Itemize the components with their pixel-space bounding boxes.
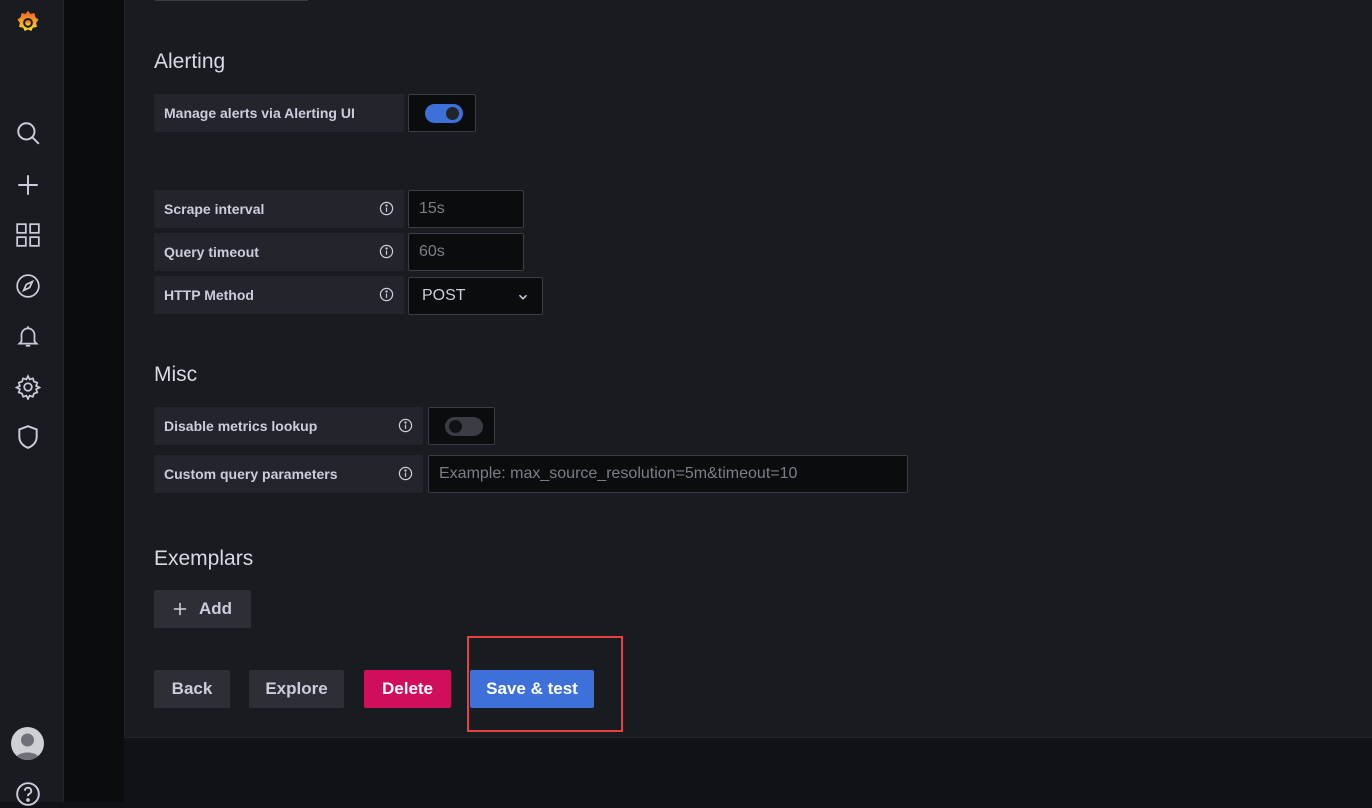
dashboards-icon[interactable] — [14, 221, 42, 249]
info-icon[interactable] — [398, 466, 413, 481]
add-exemplar-button[interactable]: Add — [154, 590, 251, 628]
info-icon[interactable] — [398, 418, 413, 433]
grafana-logo-icon — [17, 10, 39, 31]
manage-alerts-toggle-container — [408, 94, 476, 132]
alerting-heading: Alerting — [154, 50, 226, 73]
disable-metrics-label-text: Disable metrics lookup — [164, 418, 318, 434]
explore-button[interactable]: Explore — [249, 670, 344, 708]
custom-params-input[interactable]: Example: max_source_resolution=5m&timeou… — [428, 455, 908, 493]
toggle-knob — [446, 107, 459, 120]
info-icon[interactable] — [379, 287, 394, 302]
scrape-interval-input[interactable]: 15s — [408, 190, 524, 228]
page-gutter — [64, 0, 124, 802]
delete-button[interactable]: Delete — [364, 670, 451, 708]
toggle-knob — [449, 420, 462, 433]
query-timeout-label-text: Query timeout — [164, 244, 259, 260]
chevron-down-icon — [518, 294, 528, 300]
divider — [155, 0, 308, 1]
query-timeout-input[interactable]: 60s — [408, 233, 524, 271]
add-exemplar-label: Add — [198, 599, 233, 618]
http-method-select[interactable]: POST — [408, 277, 543, 315]
shield-icon[interactable] — [14, 423, 42, 451]
manage-alerts-label: Manage alerts via Alerting UI — [154, 94, 404, 132]
info-icon[interactable] — [379, 244, 394, 259]
gear-icon[interactable] — [14, 373, 42, 401]
custom-params-label-text: Custom query parameters — [164, 466, 338, 482]
custom-params-label: Custom query parameters — [154, 455, 423, 493]
misc-heading: Misc — [154, 363, 198, 386]
avatar[interactable] — [11, 727, 44, 760]
highlight-box — [467, 636, 623, 732]
http-method-label: HTTP Method — [154, 276, 404, 314]
scrape-interval-label: Scrape interval — [154, 190, 404, 228]
manage-alerts-toggle[interactable] — [425, 104, 463, 123]
http-method-label-text: HTTP Method — [164, 287, 254, 303]
disable-metrics-toggle-container — [428, 407, 495, 445]
plus-icon — [173, 602, 187, 616]
search-icon[interactable] — [14, 119, 42, 147]
query-timeout-label: Query timeout — [154, 233, 404, 271]
grafana-logo-icon[interactable] — [14, 8, 42, 36]
back-button[interactable]: Back — [154, 670, 230, 708]
http-method-value: POST — [422, 287, 466, 304]
sidebar — [0, 0, 64, 806]
alerting-bell-icon[interactable] — [14, 322, 42, 350]
disable-metrics-toggle[interactable] — [445, 417, 483, 436]
help-icon[interactable] — [14, 780, 42, 808]
exemplars-heading: Exemplars — [154, 547, 254, 570]
manage-alerts-label-text: Manage alerts via Alerting UI — [164, 105, 355, 121]
disable-metrics-label: Disable metrics lookup — [154, 407, 423, 445]
explore-icon[interactable] — [14, 272, 42, 300]
scrape-interval-label-text: Scrape interval — [164, 201, 265, 217]
plus-icon[interactable] — [14, 171, 42, 199]
info-icon[interactable] — [379, 201, 394, 216]
